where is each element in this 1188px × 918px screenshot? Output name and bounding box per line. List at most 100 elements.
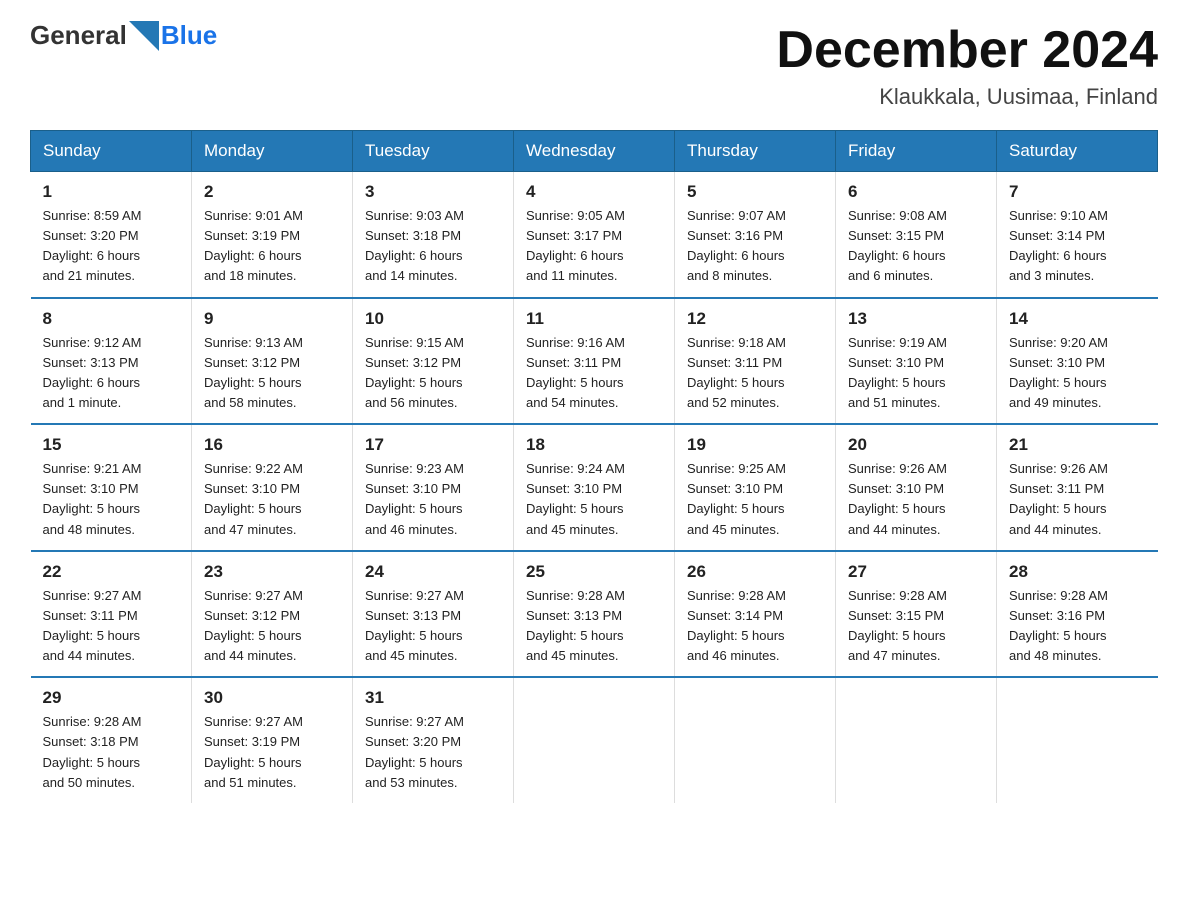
calendar-week-row: 22 Sunrise: 9:27 AM Sunset: 3:11 PM Dayli… xyxy=(31,551,1158,678)
day-number: 27 xyxy=(848,562,984,582)
day-number: 29 xyxy=(43,688,180,708)
calendar-cell: 30 Sunrise: 9:27 AM Sunset: 3:19 PM Dayli… xyxy=(192,677,353,803)
day-info: Sunrise: 9:05 AM Sunset: 3:17 PM Dayligh… xyxy=(526,206,662,287)
day-number: 30 xyxy=(204,688,340,708)
day-info: Sunrise: 9:25 AM Sunset: 3:10 PM Dayligh… xyxy=(687,459,823,540)
day-info: Sunrise: 9:08 AM Sunset: 3:15 PM Dayligh… xyxy=(848,206,984,287)
day-info: Sunrise: 9:12 AM Sunset: 3:13 PM Dayligh… xyxy=(43,333,180,414)
day-number: 20 xyxy=(848,435,984,455)
calendar-cell: 21 Sunrise: 9:26 AM Sunset: 3:11 PM Dayli… xyxy=(997,424,1158,551)
day-info: Sunrise: 9:26 AM Sunset: 3:10 PM Dayligh… xyxy=(848,459,984,540)
calendar-cell: 2 Sunrise: 9:01 AM Sunset: 3:19 PM Daylig… xyxy=(192,172,353,298)
calendar-cell: 20 Sunrise: 9:26 AM Sunset: 3:10 PM Dayli… xyxy=(836,424,997,551)
calendar-cell: 31Sunrise: 9:27 AM Sunset: 3:20 PM Dayli… xyxy=(353,677,514,803)
day-number: 19 xyxy=(687,435,823,455)
day-info: Sunrise: 9:27 AM Sunset: 3:11 PM Dayligh… xyxy=(43,586,180,667)
day-info: Sunrise: 9:28 AM Sunset: 3:13 PM Dayligh… xyxy=(526,586,662,667)
day-number: 16 xyxy=(204,435,340,455)
calendar-cell: 27Sunrise: 9:28 AM Sunset: 3:15 PM Dayli… xyxy=(836,551,997,678)
calendar-cell: 16 Sunrise: 9:22 AM Sunset: 3:10 PM Dayli… xyxy=(192,424,353,551)
calendar-cell: 19 Sunrise: 9:25 AM Sunset: 3:10 PM Dayli… xyxy=(675,424,836,551)
logo-general-text: General xyxy=(30,20,127,51)
day-number: 2 xyxy=(204,182,340,202)
day-info: Sunrise: 9:10 AM Sunset: 3:14 PM Dayligh… xyxy=(1009,206,1146,287)
day-info: Sunrise: 9:27 AM Sunset: 3:13 PM Dayligh… xyxy=(365,586,501,667)
day-number: 12 xyxy=(687,309,823,329)
calendar-cell: 13Sunrise: 9:19 AM Sunset: 3:10 PM Dayli… xyxy=(836,298,997,425)
calendar-cell: 6 Sunrise: 9:08 AM Sunset: 3:15 PM Daylig… xyxy=(836,172,997,298)
day-number: 21 xyxy=(1009,435,1146,455)
calendar-cell: 22 Sunrise: 9:27 AM Sunset: 3:11 PM Dayli… xyxy=(31,551,192,678)
calendar-cell: 24Sunrise: 9:27 AM Sunset: 3:13 PM Dayli… xyxy=(353,551,514,678)
calendar-cell: 25 Sunrise: 9:28 AM Sunset: 3:13 PM Dayli… xyxy=(514,551,675,678)
calendar-week-row: 29 Sunrise: 9:28 AM Sunset: 3:18 PM Dayli… xyxy=(31,677,1158,803)
day-info: Sunrise: 9:01 AM Sunset: 3:19 PM Dayligh… xyxy=(204,206,340,287)
column-header-sunday: Sunday xyxy=(31,131,192,172)
calendar-cell: 4 Sunrise: 9:05 AM Sunset: 3:17 PM Daylig… xyxy=(514,172,675,298)
column-header-thursday: Thursday xyxy=(675,131,836,172)
day-number: 3 xyxy=(365,182,501,202)
column-header-wednesday: Wednesday xyxy=(514,131,675,172)
calendar-cell: 5 Sunrise: 9:07 AM Sunset: 3:16 PM Daylig… xyxy=(675,172,836,298)
calendar-cell xyxy=(836,677,997,803)
calendar-cell: 9Sunrise: 9:13 AM Sunset: 3:12 PM Daylig… xyxy=(192,298,353,425)
day-info: Sunrise: 9:27 AM Sunset: 3:12 PM Dayligh… xyxy=(204,586,340,667)
day-info: Sunrise: 9:15 AM Sunset: 3:12 PM Dayligh… xyxy=(365,333,501,414)
calendar-title: December 2024 xyxy=(776,20,1158,80)
calendar-cell: 1 Sunrise: 8:59 AM Sunset: 3:20 PM Daylig… xyxy=(31,172,192,298)
day-info: Sunrise: 9:07 AM Sunset: 3:16 PM Dayligh… xyxy=(687,206,823,287)
day-info: Sunrise: 9:28 AM Sunset: 3:18 PM Dayligh… xyxy=(43,712,180,793)
day-info: Sunrise: 9:19 AM Sunset: 3:10 PM Dayligh… xyxy=(848,333,984,414)
day-info: Sunrise: 9:27 AM Sunset: 3:19 PM Dayligh… xyxy=(204,712,340,793)
day-info: Sunrise: 9:21 AM Sunset: 3:10 PM Dayligh… xyxy=(43,459,180,540)
day-number: 14 xyxy=(1009,309,1146,329)
calendar-cell: 29 Sunrise: 9:28 AM Sunset: 3:18 PM Dayli… xyxy=(31,677,192,803)
day-info: Sunrise: 9:20 AM Sunset: 3:10 PM Dayligh… xyxy=(1009,333,1146,414)
day-number: 4 xyxy=(526,182,662,202)
column-header-monday: Monday xyxy=(192,131,353,172)
day-info: Sunrise: 9:28 AM Sunset: 3:16 PM Dayligh… xyxy=(1009,586,1146,667)
day-info: Sunrise: 9:27 AM Sunset: 3:20 PM Dayligh… xyxy=(365,712,501,793)
day-info: Sunrise: 9:18 AM Sunset: 3:11 PM Dayligh… xyxy=(687,333,823,414)
day-number: 8 xyxy=(43,309,180,329)
day-number: 18 xyxy=(526,435,662,455)
calendar-cell: 8 Sunrise: 9:12 AM Sunset: 3:13 PM Daylig… xyxy=(31,298,192,425)
day-number: 9 xyxy=(204,309,340,329)
logo-icon xyxy=(129,21,159,51)
calendar-cell: 18 Sunrise: 9:24 AM Sunset: 3:10 PM Dayli… xyxy=(514,424,675,551)
calendar-cell xyxy=(997,677,1158,803)
calendar-cell: 23Sunrise: 9:27 AM Sunset: 3:12 PM Dayli… xyxy=(192,551,353,678)
day-number: 7 xyxy=(1009,182,1146,202)
day-info: Sunrise: 9:22 AM Sunset: 3:10 PM Dayligh… xyxy=(204,459,340,540)
day-info: Sunrise: 9:23 AM Sunset: 3:10 PM Dayligh… xyxy=(365,459,501,540)
day-number: 1 xyxy=(43,182,180,202)
calendar-week-row: 1 Sunrise: 8:59 AM Sunset: 3:20 PM Daylig… xyxy=(31,172,1158,298)
day-number: 17 xyxy=(365,435,501,455)
day-info: Sunrise: 9:28 AM Sunset: 3:14 PM Dayligh… xyxy=(687,586,823,667)
page-header: General Blue December 2024 Klaukkala, Uu… xyxy=(30,20,1158,110)
calendar-cell: 28Sunrise: 9:28 AM Sunset: 3:16 PM Dayli… xyxy=(997,551,1158,678)
day-info: Sunrise: 9:24 AM Sunset: 3:10 PM Dayligh… xyxy=(526,459,662,540)
day-info: Sunrise: 9:16 AM Sunset: 3:11 PM Dayligh… xyxy=(526,333,662,414)
day-number: 15 xyxy=(43,435,180,455)
calendar-cell: 12 Sunrise: 9:18 AM Sunset: 3:11 PM Dayli… xyxy=(675,298,836,425)
day-info: Sunrise: 8:59 AM Sunset: 3:20 PM Dayligh… xyxy=(43,206,180,287)
calendar-week-row: 8 Sunrise: 9:12 AM Sunset: 3:13 PM Daylig… xyxy=(31,298,1158,425)
calendar-cell: 10 Sunrise: 9:15 AM Sunset: 3:12 PM Dayli… xyxy=(353,298,514,425)
logo: General Blue xyxy=(30,20,217,51)
calendar-cell: 15 Sunrise: 9:21 AM Sunset: 3:10 PM Dayli… xyxy=(31,424,192,551)
day-number: 22 xyxy=(43,562,180,582)
logo-blue-text: Blue xyxy=(161,20,217,51)
day-number: 26 xyxy=(687,562,823,582)
calendar-cell xyxy=(514,677,675,803)
day-info: Sunrise: 9:26 AM Sunset: 3:11 PM Dayligh… xyxy=(1009,459,1146,540)
day-number: 6 xyxy=(848,182,984,202)
calendar-week-row: 15 Sunrise: 9:21 AM Sunset: 3:10 PM Dayli… xyxy=(31,424,1158,551)
calendar-cell: 17 Sunrise: 9:23 AM Sunset: 3:10 PM Dayli… xyxy=(353,424,514,551)
calendar-header-row: SundayMondayTuesdayWednesdayThursdayFrid… xyxy=(31,131,1158,172)
day-number: 10 xyxy=(365,309,501,329)
day-number: 25 xyxy=(526,562,662,582)
title-section: December 2024 Klaukkala, Uusimaa, Finlan… xyxy=(776,20,1158,110)
day-number: 5 xyxy=(687,182,823,202)
column-header-friday: Friday xyxy=(836,131,997,172)
